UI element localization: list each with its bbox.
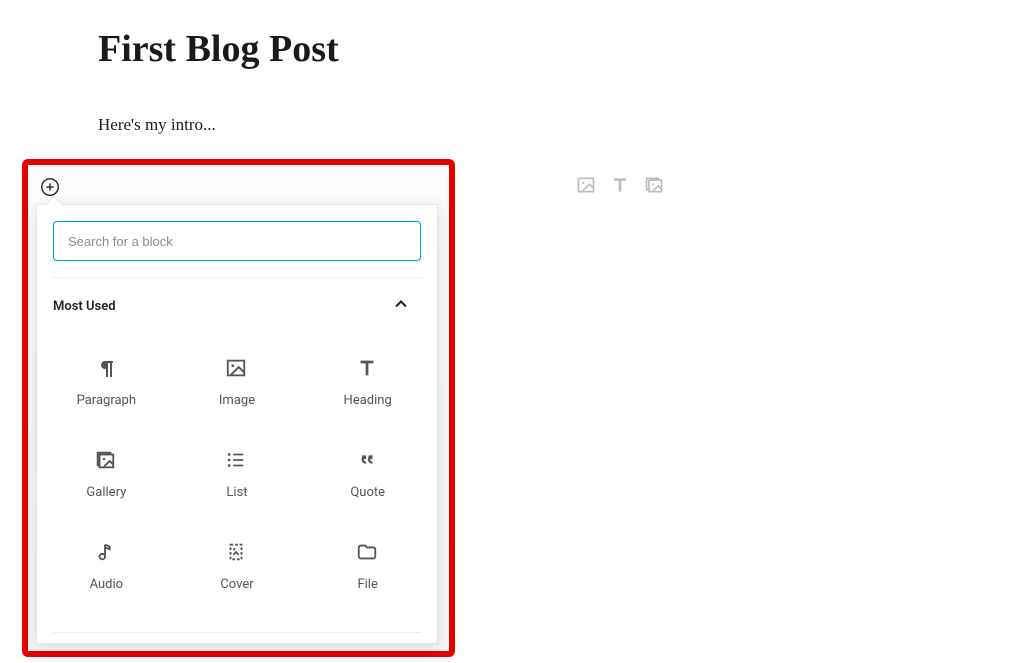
- divider: [53, 632, 421, 633]
- list-icon: [225, 449, 249, 473]
- block-quote[interactable]: Quote: [302, 428, 433, 520]
- quote-icon: [356, 449, 380, 473]
- block-paragraph[interactable]: Paragraph: [41, 336, 172, 428]
- block-label: File: [357, 577, 377, 592]
- block-gallery[interactable]: Gallery: [41, 428, 172, 520]
- block-shortcut-toolbar: [575, 174, 665, 196]
- chevron-up-icon: [391, 294, 411, 318]
- post-title[interactable]: First Blog Post: [98, 27, 339, 71]
- block-search-input[interactable]: [53, 221, 421, 261]
- block-label: Audio: [90, 577, 123, 592]
- block-heading[interactable]: Heading: [302, 336, 433, 428]
- file-icon: [356, 541, 380, 565]
- block-label: Cover: [220, 577, 253, 592]
- gallery-icon: [94, 449, 118, 473]
- block-grid: Paragraph Image Heading: [37, 328, 437, 624]
- image-block-shortcut[interactable]: [575, 174, 597, 196]
- heading-block-shortcut[interactable]: [609, 174, 631, 196]
- most-used-section-header[interactable]: Most Used: [37, 278, 437, 328]
- image-icon: [225, 357, 249, 381]
- block-file[interactable]: File: [302, 520, 433, 612]
- block-audio[interactable]: Audio: [41, 520, 172, 612]
- paragraph-icon: [94, 357, 118, 381]
- popover-arrow-icon: [46, 197, 62, 205]
- audio-icon: [94, 541, 118, 565]
- heading-icon: [356, 357, 380, 381]
- block-inserter-popover: Most Used Paragraph: [36, 204, 438, 644]
- block-image[interactable]: Image: [172, 336, 303, 428]
- block-cover[interactable]: Cover: [172, 520, 303, 612]
- block-list-scroll[interactable]: Most Used Paragraph: [37, 277, 437, 643]
- block-label: Paragraph: [77, 393, 136, 408]
- post-intro[interactable]: Here's my intro...: [98, 115, 216, 135]
- section-label: Most Used: [53, 299, 116, 314]
- block-label: Quote: [350, 485, 385, 500]
- gallery-block-shortcut[interactable]: [643, 174, 665, 196]
- block-list[interactable]: List: [172, 428, 303, 520]
- block-inserter-highlight: Most Used Paragraph: [22, 159, 455, 657]
- block-label: Image: [219, 393, 255, 408]
- block-label: Heading: [344, 393, 392, 408]
- cover-icon: [225, 541, 249, 565]
- block-label: List: [226, 485, 247, 500]
- block-label: Gallery: [86, 485, 126, 500]
